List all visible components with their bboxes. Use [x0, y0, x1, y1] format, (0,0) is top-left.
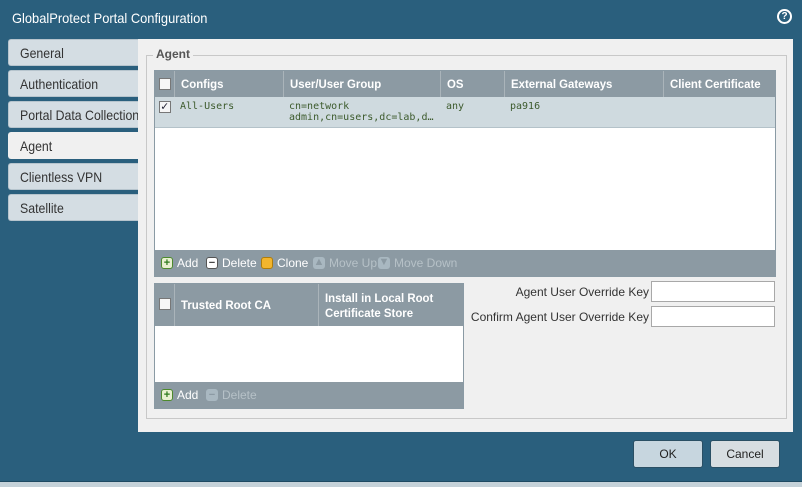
column-header[interactable]: Configs: [175, 71, 284, 97]
vertical-tabs: General Authentication Portal Data Colle…: [8, 39, 140, 225]
table-row[interactable]: All-Users cn=network admin,cn=users,dc=l…: [155, 97, 775, 128]
clone-icon: [261, 257, 273, 269]
cell-user-group-line1: cn=network: [289, 101, 350, 112]
column-header-user-group: User/User Group: [290, 77, 382, 91]
agent-fieldset: Agent Configs User/User Group OS Externa…: [146, 47, 787, 419]
cell-external-gateways: pa916: [510, 101, 541, 112]
cancel-button[interactable]: Cancel: [710, 440, 780, 468]
tab-label: General: [20, 45, 64, 61]
confirm-agent-user-override-key-input[interactable]: [651, 306, 775, 327]
root-ca-toolbar: + Add − Delete: [155, 382, 463, 408]
help-icon[interactable]: ?: [777, 9, 792, 24]
confirm-agent-user-override-key-label: Confirm Agent User Override Key: [470, 310, 649, 324]
grid-header: Configs User/User Group OS External Gate…: [155, 71, 775, 97]
ok-button[interactable]: OK: [633, 440, 703, 468]
tab-label: Agent: [20, 138, 53, 154]
portal-config-dialog: GlobalProtect Portal Configuration ? Gen…: [0, 0, 802, 482]
select-all-column: [155, 71, 175, 97]
delete-root-ca-button[interactable]: − Delete: [206, 388, 257, 402]
arrow-up-icon: ▲: [313, 256, 325, 269]
window-title: GlobalProtect Portal Configuration: [12, 10, 208, 26]
minus-icon: −: [206, 389, 218, 401]
cell-os: any: [446, 101, 465, 112]
add-config-button[interactable]: + Add: [161, 256, 198, 270]
tab-agent[interactable]: Agent: [8, 132, 140, 159]
column-header-os: OS: [447, 77, 464, 91]
clone-config-button[interactable]: Clone: [261, 256, 308, 270]
select-all-checkbox[interactable]: [159, 298, 171, 310]
move-down-label: Move Down: [394, 256, 458, 270]
column-header-configs: Configs: [181, 77, 224, 91]
title-bar: GlobalProtect Portal Configuration ?: [0, 0, 802, 38]
minus-icon: −: [206, 257, 218, 269]
cell-config: All-Users: [180, 101, 235, 112]
agent-user-override-key-label: Agent User Override Key: [515, 285, 649, 299]
agent-user-override-key-input[interactable]: [651, 281, 775, 302]
tab-label: Portal Data Collection: [20, 107, 140, 123]
tab-label: Clientless VPN: [20, 169, 103, 185]
column-header[interactable]: Trusted Root CA: [175, 284, 319, 326]
agent-configs-grid: Configs User/User Group OS External Gate…: [154, 70, 776, 277]
cell-user-group-line2: admin,cn=users,dc=lab,dc=...: [289, 112, 439, 123]
move-up-label: Move Up: [329, 256, 378, 270]
column-header[interactable]: User/User Group: [284, 71, 441, 97]
grid-header: Trusted Root CA Install in Local Root Ce…: [155, 284, 463, 326]
tab-label: Authentication: [20, 76, 99, 92]
delete-label: Delete: [222, 388, 257, 402]
tab-general[interactable]: General: [8, 39, 138, 66]
trusted-root-ca-grid: Trusted Root CA Install in Local Root Ce…: [154, 283, 464, 409]
tab-authentication[interactable]: Authentication: [8, 70, 138, 97]
delete-label: Delete: [222, 256, 257, 270]
column-header-trusted-root-ca: Trusted Root CA: [181, 298, 271, 312]
tab-label: Satellite: [20, 200, 64, 216]
move-down-button[interactable]: ▼ Move Down: [378, 256, 457, 270]
tab-satellite[interactable]: Satellite: [8, 194, 138, 221]
plus-icon: +: [161, 389, 173, 401]
column-header-client-certificate: Client Certificate: [670, 77, 761, 91]
tab-portal-data-collection[interactable]: Portal Data Collection: [8, 101, 140, 128]
delete-config-button[interactable]: − Delete: [206, 256, 257, 270]
column-header[interactable]: External Gateways: [505, 71, 664, 97]
row-checkbox[interactable]: [159, 99, 171, 113]
column-header[interactable]: OS: [441, 71, 505, 97]
plus-icon: +: [161, 257, 173, 269]
configs-toolbar: + Add − Delete Clone ▲ Move Up ▼ Move Do…: [155, 250, 775, 276]
add-root-ca-button[interactable]: + Add: [161, 388, 198, 402]
agent-legend: Agent: [153, 47, 193, 61]
add-label: Add: [177, 256, 199, 270]
tab-clientless-vpn[interactable]: Clientless VPN: [8, 163, 138, 190]
arrow-down-icon: ▼: [378, 256, 390, 269]
column-header-install-line2: Certificate Store: [325, 306, 414, 320]
column-header-install-line1: Install in Local Root: [325, 291, 434, 305]
select-all-column: [155, 284, 175, 326]
tab-content-agent: Agent Configs User/User Group OS Externa…: [138, 39, 793, 432]
clone-label: Clone: [277, 256, 309, 270]
move-up-button[interactable]: ▲ Move Up: [313, 256, 377, 270]
background-strip: [0, 482, 802, 487]
column-header-external-gateways: External Gateways: [511, 77, 613, 91]
add-label: Add: [177, 388, 199, 402]
column-header[interactable]: Client Certificate: [664, 71, 775, 97]
select-all-checkbox[interactable]: [159, 78, 171, 90]
column-header[interactable]: Install in Local Root Certificate Store: [319, 284, 463, 326]
